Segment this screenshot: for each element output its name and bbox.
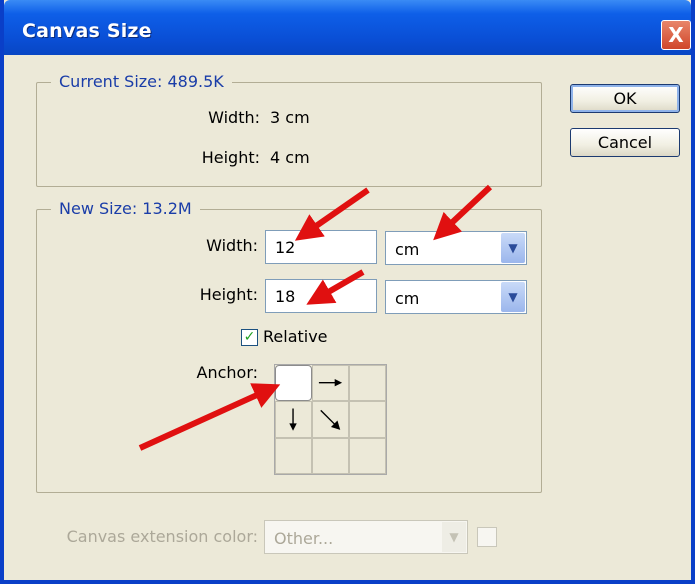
anchor-bottom-left[interactable] (275, 437, 312, 474)
relative-label: Relative (263, 327, 328, 346)
width-unit-select[interactable]: cm ▼ (385, 231, 527, 265)
width-unit-value: cm (395, 240, 420, 259)
anchor-bottom-center[interactable] (312, 437, 349, 474)
extension-color-swatch[interactable] (477, 527, 497, 547)
relative-checkbox[interactable]: ✓ (241, 329, 258, 346)
height-input[interactable]: 18 (265, 279, 377, 313)
window-title: Canvas Size (22, 20, 152, 42)
new-size-title: New Size: 13.2M (51, 199, 200, 218)
current-size-group: Current Size: 489.5K (36, 72, 542, 187)
current-height-value: 4 cm (270, 148, 310, 167)
new-width-label: Width: (206, 236, 258, 255)
anchor-top-center[interactable] (312, 365, 349, 402)
anchor-bottom-right[interactable] (349, 437, 386, 474)
anchor-middle-left[interactable] (275, 401, 312, 438)
arrow-down-right-icon (320, 410, 341, 431)
current-height-label: Height: (201, 148, 260, 167)
cancel-button[interactable]: Cancel (570, 128, 680, 157)
extension-color-label: Canvas extension color: (66, 527, 258, 546)
anchor-grid (274, 364, 387, 475)
checkmark-icon: ✓ (243, 329, 256, 345)
chevron-down-icon[interactable]: ▼ (501, 282, 525, 312)
width-input[interactable]: 12 (265, 230, 377, 264)
arrow-right-icon (318, 378, 343, 387)
close-icon: X (668, 23, 684, 47)
anchor-middle-right[interactable] (349, 401, 386, 438)
arrow-down-icon (289, 408, 297, 432)
height-unit-value: cm (395, 289, 420, 308)
new-height-label: Height: (199, 285, 258, 304)
anchor-label: Anchor: (196, 363, 259, 382)
height-unit-select[interactable]: cm ▼ (385, 280, 527, 314)
close-button[interactable]: X (661, 20, 691, 50)
current-size-title: Current Size: 489.5K (51, 72, 232, 91)
anchor-top-right[interactable] (349, 365, 386, 402)
current-width-value: 3 cm (270, 108, 310, 127)
chevron-down-icon: ▼ (442, 522, 466, 552)
current-width-label: Width: (208, 108, 260, 127)
anchor-top-left[interactable] (275, 365, 312, 402)
extension-color-select[interactable]: Other... ▼ (264, 520, 468, 554)
anchor-center[interactable] (312, 401, 349, 438)
chevron-down-icon[interactable]: ▼ (501, 233, 525, 263)
extension-color-value: Other... (274, 529, 334, 548)
title-bar[interactable]: Canvas Size X (4, 0, 691, 55)
ok-button[interactable]: OK (570, 84, 680, 113)
